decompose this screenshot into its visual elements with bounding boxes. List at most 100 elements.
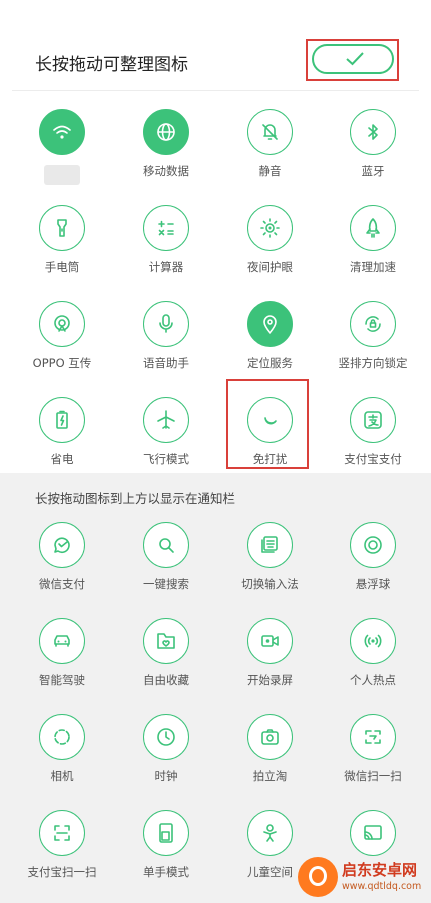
- tile-moon[interactable]: 免打扰: [218, 397, 322, 467]
- tile-label: 计算器: [148, 260, 184, 274]
- tile-calculator[interactable]: 计算器: [114, 205, 218, 275]
- camera-icon: [247, 714, 293, 760]
- tile-label: 一键搜索: [143, 577, 189, 591]
- tile-one-hand[interactable]: 单手模式: [114, 810, 218, 880]
- tile-label: 时钟: [154, 769, 178, 783]
- tile-battery[interactable]: 省电: [10, 397, 114, 467]
- tile-alipay-scan[interactable]: 支付宝扫一扫: [10, 810, 114, 880]
- floating-ball-icon: [350, 522, 396, 568]
- bell-mute-icon: [247, 109, 293, 155]
- tile-bell-mute[interactable]: 静音: [218, 109, 322, 179]
- hotspot-icon: [350, 618, 396, 664]
- eye-sun-icon: [247, 205, 293, 251]
- tile-label: 静音: [258, 164, 282, 178]
- tile-rotation-lock[interactable]: 竖排方向锁定: [321, 301, 425, 371]
- tile-cast[interactable]: [321, 810, 425, 864]
- tile-flashlight[interactable]: 手电筒: [10, 205, 114, 275]
- page-title: 长按拖动可整理图标: [35, 55, 188, 75]
- tile-label: 夜间护眼: [247, 260, 293, 274]
- blurred-label: [44, 165, 80, 185]
- moon-icon: [247, 397, 293, 443]
- tile-label: 自由收藏: [143, 673, 189, 687]
- tile-camera-ring[interactable]: 相机: [10, 714, 114, 784]
- tile-label: 单手模式: [143, 865, 189, 879]
- cast-icon: [350, 810, 396, 856]
- tile-label: 相机: [50, 769, 74, 783]
- alipay-scan-icon: [39, 810, 85, 856]
- tile-screen-record[interactable]: 开始录屏: [218, 618, 322, 688]
- divider: [12, 90, 419, 91]
- tile-hotspot[interactable]: 个人热点: [321, 618, 425, 688]
- tile-label: 定位服务: [247, 356, 293, 370]
- tile-search[interactable]: 一键搜索: [114, 522, 218, 592]
- tile-label: 清理加速: [350, 260, 396, 274]
- tile-label: 支付宝扫一扫: [27, 865, 97, 879]
- tile-microphone[interactable]: 语音助手: [114, 301, 218, 371]
- microphone-icon: [143, 301, 189, 347]
- child-icon: [247, 810, 293, 856]
- tile-transfer[interactable]: OPPO 互传: [10, 301, 114, 371]
- section-title: 长按拖动图标到上方以显示在通知栏: [35, 491, 236, 506]
- wifi-icon: [39, 109, 85, 155]
- battery-icon: [39, 397, 85, 443]
- alipay-icon: [350, 397, 396, 443]
- tile-label: 省电: [50, 452, 74, 466]
- tile-alipay[interactable]: 支付宝支付: [321, 397, 425, 467]
- search-icon: [143, 522, 189, 568]
- camera-ring-icon: [39, 714, 85, 760]
- tile-globe[interactable]: 移动数据: [114, 109, 218, 179]
- tile-keyboard[interactable]: 切换输入法: [218, 522, 322, 592]
- tile-label: 个人热点: [350, 673, 396, 687]
- tile-label: 微信支付: [39, 577, 85, 591]
- favorite-folder-icon: [143, 618, 189, 664]
- rocket-icon: [350, 205, 396, 251]
- tile-label: 蓝牙: [361, 164, 385, 178]
- wechat-scan-icon: [350, 714, 396, 760]
- tile-label: 开始录屏: [247, 673, 293, 687]
- tile-bluetooth[interactable]: 蓝牙: [321, 109, 425, 179]
- tile-wechat-scan[interactable]: 微信扫一扫: [321, 714, 425, 784]
- check-icon: [346, 52, 364, 66]
- tile-label: 手电筒: [44, 260, 80, 274]
- wechat-pay-icon: [39, 522, 85, 568]
- tile-label: 拍立淘: [252, 769, 288, 783]
- tile-label: 移动数据: [143, 164, 189, 178]
- watermark-logo-icon: [298, 857, 338, 897]
- screen-record-icon: [247, 618, 293, 664]
- tile-label: OPPO 互传: [32, 356, 92, 370]
- rotation-lock-icon: [350, 301, 396, 347]
- tile-floating-ball[interactable]: 悬浮球: [321, 522, 425, 592]
- tile-label: 支付宝支付: [344, 452, 402, 466]
- tile-label: 切换输入法: [241, 577, 299, 591]
- car-icon: [39, 618, 85, 664]
- tile-label: 悬浮球: [355, 577, 391, 591]
- tile-location-pin[interactable]: 定位服务: [218, 301, 322, 371]
- tile-label: 语音助手: [143, 356, 189, 370]
- tile-wechat-pay[interactable]: 微信支付: [10, 522, 114, 592]
- tile-favorite-folder[interactable]: 自由收藏: [114, 618, 218, 688]
- watermark-title: 启东安卓网: [342, 861, 418, 879]
- flashlight-icon: [39, 205, 85, 251]
- tile-camera[interactable]: 拍立淘: [218, 714, 322, 784]
- tile-car[interactable]: 智能驾驶: [10, 618, 114, 688]
- confirm-button[interactable]: [312, 44, 394, 74]
- tile-wifi[interactable]: [10, 109, 114, 185]
- tile-label: 智能驾驶: [39, 673, 85, 687]
- tile-label: 飞行模式: [143, 452, 189, 466]
- airplane-icon: [143, 397, 189, 443]
- globe-icon: [143, 109, 189, 155]
- watermark-url: www.qdtldq.com: [342, 881, 422, 892]
- bluetooth-icon: [350, 109, 396, 155]
- keyboard-icon: [247, 522, 293, 568]
- tile-label: 微信扫一扫: [344, 769, 402, 783]
- location-pin-icon: [247, 301, 293, 347]
- calculator-icon: [143, 205, 189, 251]
- tile-airplane[interactable]: 飞行模式: [114, 397, 218, 467]
- tile-label: 竖排方向锁定: [338, 356, 408, 370]
- tile-rocket[interactable]: 清理加速: [321, 205, 425, 275]
- clock-icon: [143, 714, 189, 760]
- watermark: 启东安卓网 www.qdtldq.com: [298, 857, 428, 899]
- tile-label: 免打扰: [252, 452, 288, 466]
- tile-clock[interactable]: 时钟: [114, 714, 218, 784]
- tile-eye-sun[interactable]: 夜间护眼: [218, 205, 322, 275]
